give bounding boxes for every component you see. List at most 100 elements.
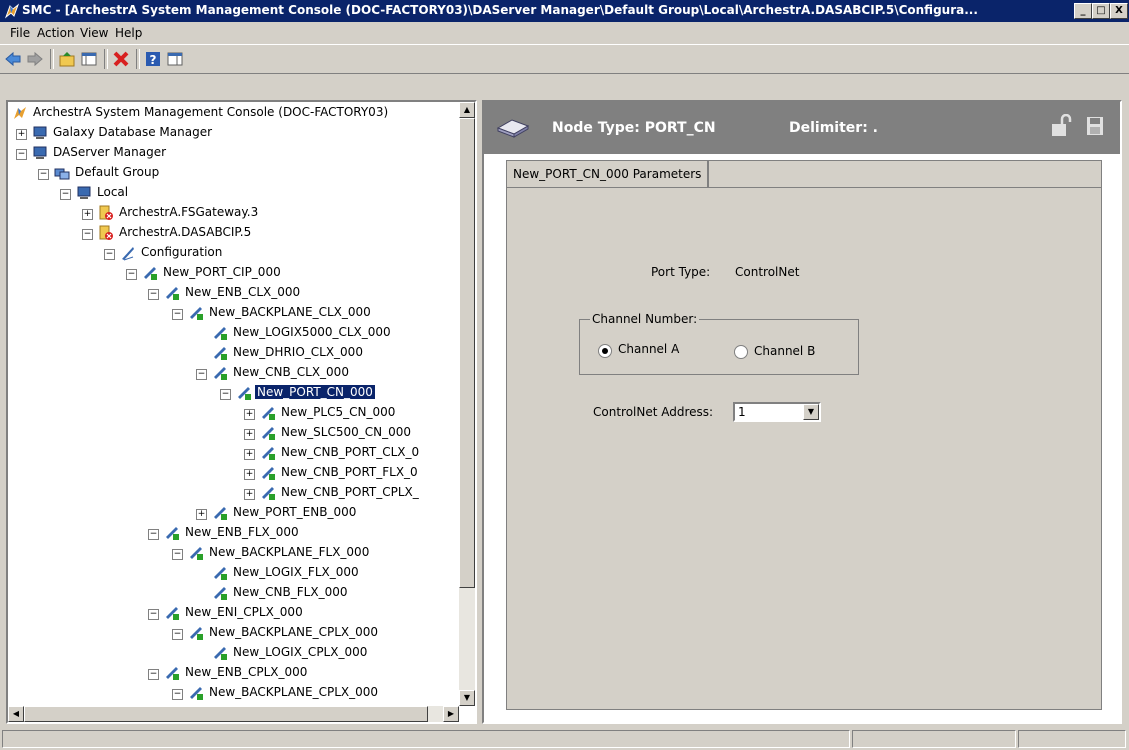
node-icon: [190, 546, 203, 560]
tab-divider: [507, 187, 1101, 188]
collapse-minus-icon[interactable]: −: [148, 609, 159, 620]
expand-plus-icon[interactable]: +: [82, 209, 93, 220]
channel-a-label[interactable]: Channel A: [618, 342, 679, 356]
tree-item-port-enb[interactable]: New_PORT_ENB_000: [212, 503, 358, 522]
expand-plus-icon[interactable]: +: [244, 449, 255, 460]
minimize-button[interactable]: _: [1074, 3, 1092, 19]
tree-item-eni-cplx[interactable]: New_ENI_CPLX_000: [164, 603, 305, 622]
properties-view-icon[interactable]: [166, 50, 184, 68]
tree-item-dasabcip[interactable]: ArchestrA.DASABCIP.5: [98, 223, 253, 242]
node-icon: [214, 506, 227, 520]
node-icon: [262, 426, 275, 440]
delete-icon[interactable]: [112, 50, 130, 68]
collapse-minus-icon[interactable]: −: [60, 189, 71, 200]
menu-action[interactable]: Action: [37, 26, 75, 40]
toolbar-separator: [50, 49, 54, 69]
tree-item-cnb-port-flx[interactable]: New_CNB_PORT_FLX_0: [260, 463, 420, 482]
tree-item-cnb-port-cplx[interactable]: New_CNB_PORT_CPLX_: [260, 483, 421, 502]
tree-item-cnb-clx[interactable]: New_CNB_CLX_000: [212, 363, 351, 382]
collapse-minus-icon[interactable]: −: [16, 149, 27, 160]
tree-item-slc500-cn[interactable]: New_SLC500_CN_000: [260, 423, 413, 442]
scroll-left-icon[interactable]: ◀: [8, 706, 24, 722]
node-icon: [214, 566, 227, 580]
toolbar-separator: [136, 49, 140, 69]
node-icon: [166, 606, 179, 620]
tree-horizontal-scrollbar[interactable]: ◀ ▶: [8, 706, 459, 722]
expand-plus-icon[interactable]: +: [244, 429, 255, 440]
collapse-minus-icon[interactable]: −: [220, 389, 231, 400]
chevron-down-icon[interactable]: ▼: [803, 404, 819, 420]
tree-item-default-group[interactable]: Default Group: [54, 163, 161, 182]
tree-vertical-scrollbar[interactable]: ▲ ▼: [459, 102, 475, 706]
tree-item-port-cn-selected[interactable]: New_PORT_CN_000: [236, 383, 376, 402]
tree-item-backplane-cplx[interactable]: New_BACKPLANE_CPLX_000: [188, 623, 380, 642]
collapse-minus-icon[interactable]: −: [38, 169, 49, 180]
scroll-right-icon[interactable]: ▶: [443, 706, 459, 722]
tree-item-logix5000-clx[interactable]: New_LOGIX5000_CLX_000: [212, 323, 393, 342]
tree-item-backplane-clx[interactable]: New_BACKPLANE_CLX_000: [188, 303, 373, 322]
forward-arrow-icon[interactable]: [26, 50, 44, 68]
status-panel-3: [1018, 730, 1126, 748]
tree-item-logix-flx[interactable]: New_LOGIX_FLX_000: [212, 563, 361, 582]
tree-item-logix-cplx[interactable]: New_LOGIX_CPLX_000: [212, 643, 369, 662]
menu-view[interactable]: View: [80, 26, 108, 40]
channel-number-label: Channel Number:: [590, 312, 700, 326]
collapse-minus-icon[interactable]: −: [82, 229, 93, 240]
show-tree-icon[interactable]: [80, 50, 98, 68]
collapse-minus-icon[interactable]: −: [148, 289, 159, 300]
tree-item-cnb-port-clx[interactable]: New_CNB_PORT_CLX_0: [260, 443, 421, 462]
tree-item-plc5-cn[interactable]: New_PLC5_CN_000: [260, 403, 397, 422]
tree-item-port-cip[interactable]: New_PORT_CIP_000: [142, 263, 283, 282]
tree-item-backplane-flx[interactable]: New_BACKPLANE_FLX_000: [188, 543, 371, 562]
node-icon: [166, 666, 179, 680]
tree-item-dhrio-clx[interactable]: New_DHRIO_CLX_000: [212, 343, 365, 362]
maximize-button[interactable]: □: [1092, 3, 1110, 19]
tree-item-daserver-manager[interactable]: DAServer Manager: [32, 143, 168, 162]
collapse-minus-icon[interactable]: −: [172, 309, 183, 320]
back-arrow-icon[interactable]: [4, 50, 22, 68]
tree-item-enb-flx[interactable]: New_ENB_FLX_000: [164, 523, 301, 542]
tree-item-enb-clx[interactable]: New_ENB_CLX_000: [164, 283, 302, 302]
close-button[interactable]: X: [1110, 3, 1128, 19]
channel-b-radio[interactable]: [734, 345, 748, 359]
expand-plus-icon[interactable]: +: [16, 129, 27, 140]
configuration-icon: [122, 246, 134, 260]
tree-item-enb-cplx[interactable]: New_ENB_CPLX_000: [164, 663, 309, 682]
expand-plus-icon[interactable]: +: [244, 409, 255, 420]
channel-a-radio[interactable]: [598, 344, 612, 358]
collapse-minus-icon[interactable]: −: [172, 549, 183, 560]
expand-plus-icon[interactable]: +: [196, 509, 207, 520]
unlock-icon[interactable]: [1050, 114, 1072, 138]
collapse-minus-icon[interactable]: −: [172, 629, 183, 640]
tree-item-cnb-flx[interactable]: New_CNB_FLX_000: [212, 583, 349, 602]
tree-item-smc-root[interactable]: ArchestrA System Management Console (DOC…: [12, 103, 390, 122]
tree-item-fsgateway[interactable]: ArchestrA.FSGateway.3: [98, 203, 260, 222]
title-bar: SMC - [ArchestrA System Management Conso…: [0, 0, 1129, 22]
controlnet-address-select[interactable]: 1 ▼: [733, 402, 821, 422]
scroll-up-icon[interactable]: ▲: [459, 102, 475, 118]
collapse-minus-icon[interactable]: −: [172, 689, 183, 700]
save-icon[interactable]: [1086, 116, 1104, 136]
channel-b-label[interactable]: Channel B: [754, 344, 815, 358]
collapse-minus-icon[interactable]: −: [148, 669, 159, 680]
help-icon[interactable]: ?: [144, 50, 162, 68]
node-type-label: Node Type: PORT_CN: [552, 120, 716, 136]
scroll-down-icon[interactable]: ▼: [459, 690, 475, 706]
expand-plus-icon[interactable]: +: [244, 489, 255, 500]
menu-help[interactable]: Help: [115, 26, 142, 40]
collapse-minus-icon[interactable]: −: [126, 269, 137, 280]
menu-file[interactable]: File: [10, 26, 30, 40]
collapse-minus-icon[interactable]: −: [196, 369, 207, 380]
scroll-thumb[interactable]: [24, 706, 428, 722]
tab-parameters[interactable]: New_PORT_CN_000 Parameters: [507, 161, 710, 187]
scroll-thumb[interactable]: [459, 118, 475, 588]
tree-item-local[interactable]: Local: [76, 183, 130, 202]
collapse-minus-icon[interactable]: −: [148, 529, 159, 540]
tree-item-galaxy-db-manager[interactable]: Galaxy Database Manager: [32, 123, 214, 142]
tree-view[interactable]: ArchestrA System Management Console (DOC…: [8, 102, 459, 706]
up-folder-icon[interactable]: [58, 50, 76, 68]
tree-item-backplane-cplx-2[interactable]: New_BACKPLANE_CPLX_000: [188, 683, 380, 702]
tree-item-configuration[interactable]: Configuration: [120, 243, 224, 262]
expand-plus-icon[interactable]: +: [244, 469, 255, 480]
collapse-minus-icon[interactable]: −: [104, 249, 115, 260]
